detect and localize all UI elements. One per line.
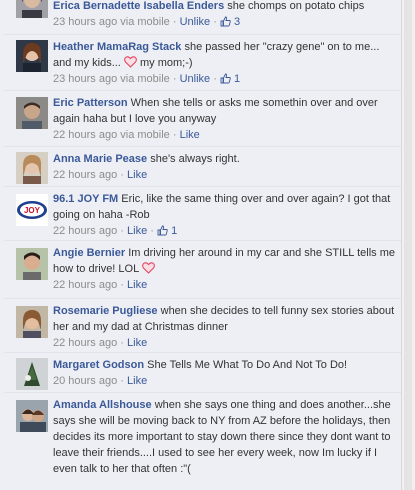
like-count-value: 1 (171, 225, 178, 237)
comment-time: 23 hours ago via mobile (53, 16, 170, 28)
scrollbar[interactable] (401, 0, 415, 490)
comment-time: 20 hours ago (53, 375, 118, 387)
comment-text: She Tells Me What To Do And Not To Do! (147, 359, 348, 371)
avatar[interactable] (16, 358, 48, 390)
comment-item: Amanda Allshouse when she says one thing… (4, 394, 402, 490)
comment-body: Anna Marie Pease she's always right. 22 … (53, 151, 395, 183)
avatar[interactable] (16, 400, 48, 432)
comment-meta: 23 hours ago via mobile · Unlike · 1 (53, 73, 240, 85)
comment-body: Angie Bernier Im driving her around in m… (53, 245, 395, 293)
comment-text: she's always right. (150, 153, 240, 165)
separator-dot: · (120, 225, 128, 237)
comment-text: she chomps on potato chips (227, 0, 365, 12)
avatar[interactable] (16, 40, 48, 72)
comment-body: Eric Patterson When she tells or asks me… (53, 95, 395, 143)
comment-author-link[interactable]: Erica Bernadette Isabella Enders (53, 0, 224, 12)
comment-meta: 20 hours ago · Like (53, 375, 147, 387)
thumbs-up-icon (157, 225, 168, 236)
comment-body: Erica Bernadette Isabella Enders she cho… (53, 0, 395, 30)
avatar[interactable] (16, 248, 48, 280)
comment-item: Angie Bernier Im driving her around in m… (4, 242, 402, 299)
comment-meta: 22 hours ago · Like (53, 337, 147, 349)
like-count[interactable]: 1 (220, 73, 240, 85)
heart-emoticon-icon (142, 262, 155, 274)
separator-dot: · (120, 337, 128, 349)
separator-dot: · (213, 73, 220, 85)
comment-author-link[interactable]: Heather MamaRag Stack (53, 41, 181, 53)
avatar[interactable] (16, 0, 48, 20)
comment-time: 23 hours ago via mobile (53, 73, 170, 85)
comment-meta: 22 hours ago · Like · 1 (53, 225, 177, 237)
like-link[interactable]: Like (127, 375, 147, 387)
comment-author-link[interactable]: Margaret Godson (53, 359, 144, 371)
like-count[interactable]: 3 (220, 16, 240, 28)
comment-author-link[interactable]: 96.1 JOY FM (53, 193, 118, 205)
comment-time: 22 hours ago (53, 337, 118, 349)
separator-dot: · (120, 375, 128, 387)
comment-item: Erica Bernadette Isabella Enders she cho… (4, 0, 402, 35)
separator-dot: · (172, 73, 180, 85)
comment-body: Amanda Allshouse when she says one thing… (53, 397, 395, 477)
comment-body: Margaret Godson She Tells Me What To Do … (53, 357, 395, 389)
avatar[interactable] (16, 306, 48, 338)
comment-meta: 22 hours ago · Like (53, 279, 147, 291)
comment-meta: 23 hours ago via mobile · Unlike · 3 (53, 16, 240, 28)
comment-body: Rosemarie Pugliese when she decides to t… (53, 303, 395, 351)
thumbs-up-icon (220, 16, 231, 27)
separator-dot: · (172, 129, 180, 141)
comment-item: Anna Marie Pease she's always right. 22 … (4, 148, 402, 187)
comment-item: Eric Patterson When she tells or asks me… (4, 92, 402, 147)
like-count-value: 1 (234, 73, 241, 85)
like-count-value: 3 (234, 16, 241, 28)
comment-author-link[interactable]: Angie Bernier (53, 247, 125, 259)
comment-meta: 22 hours ago · Like (53, 169, 147, 181)
station-logo[interactable]: JOY (16, 194, 48, 226)
thumbs-up-icon (220, 73, 231, 84)
like-link[interactable]: Like (127, 225, 147, 237)
comment-body: 96.1 JOY FM Eric, like the same thing ov… (53, 191, 395, 239)
comment-meta: 22 hours ago via mobile · Like (53, 129, 200, 141)
unlike-link[interactable]: Unlike (180, 16, 211, 28)
comment-item: Rosemarie Pugliese when she decides to t… (4, 300, 402, 353)
avatar[interactable] (16, 97, 48, 129)
separator-dot: · (172, 16, 180, 28)
comment-text-after: my mom;-) (139, 57, 193, 69)
comment-author-link[interactable]: Eric Patterson (53, 97, 128, 109)
like-count[interactable]: 1 (157, 225, 177, 237)
comment-time: 22 hours ago (53, 169, 118, 181)
unlike-link[interactable]: Unlike (180, 73, 211, 85)
like-link[interactable]: Like (127, 169, 147, 181)
like-link[interactable]: Like (127, 337, 147, 349)
comment-item: Heather MamaRag Stack she passed her "cr… (4, 36, 402, 91)
comment-author-link[interactable]: Rosemarie Pugliese (53, 305, 158, 317)
like-link[interactable]: Like (180, 129, 200, 141)
avatar[interactable] (16, 152, 48, 184)
separator-dot: · (213, 16, 220, 28)
separator-dot: · (150, 225, 157, 237)
comment-time: 22 hours ago via mobile (53, 129, 170, 141)
separator-dot: · (120, 169, 128, 181)
comment-body: Heather MamaRag Stack she passed her "cr… (53, 39, 395, 87)
separator-dot: · (120, 279, 128, 291)
comment-item: JOY 96.1 JOY FM Eric, like the same thin… (4, 188, 402, 241)
comment-time: 22 hours ago (53, 225, 118, 237)
comment-time: 22 hours ago (53, 279, 118, 291)
comment-author-link[interactable]: Anna Marie Pease (53, 153, 147, 165)
comment-author-link[interactable]: Amanda Allshouse (53, 399, 152, 411)
comment-item: Margaret Godson She Tells Me What To Do … (4, 354, 402, 393)
joy-fm-logo: JOY (16, 194, 48, 226)
heart-emoticon-icon (124, 56, 137, 68)
svg-text:JOY: JOY (24, 206, 41, 215)
like-link[interactable]: Like (127, 279, 147, 291)
comment-feed: Erica Bernadette Isabella Enders she cho… (0, 0, 402, 490)
scrollbar-thumb[interactable] (404, 0, 412, 490)
